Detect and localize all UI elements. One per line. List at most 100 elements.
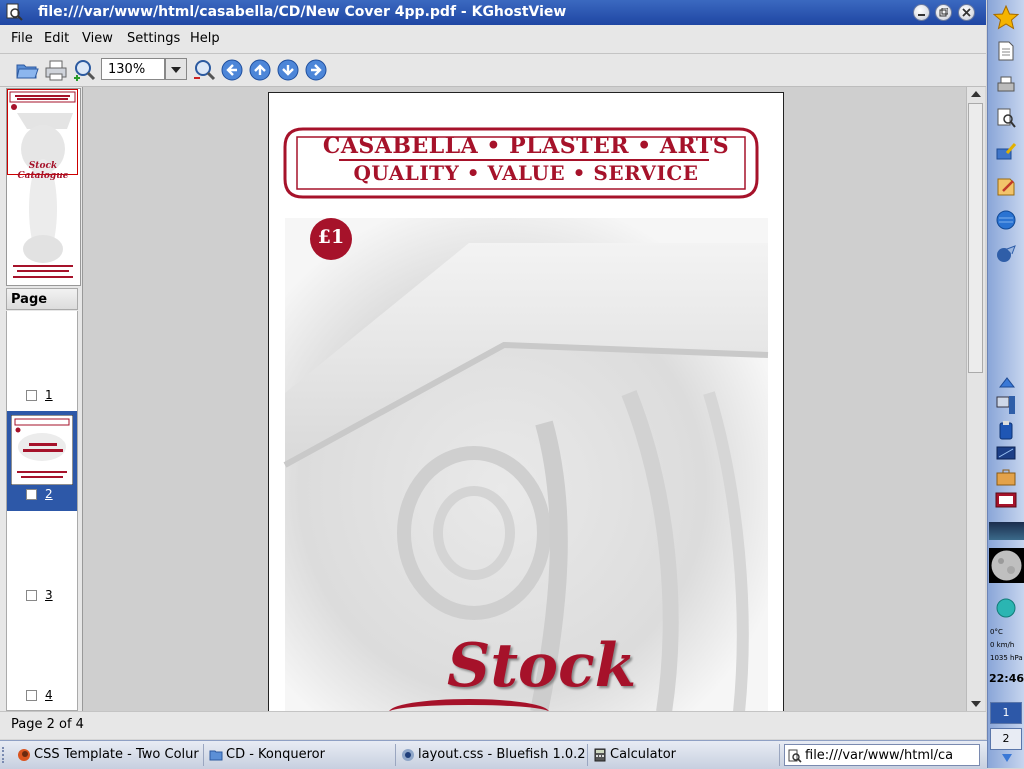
pdf-page: CASABELLA • PLASTER • ARTS QUALITY • VAL…: [268, 92, 784, 712]
task-label: CD - Konqueror: [226, 747, 325, 762]
page-checkbox[interactable]: [26, 489, 37, 500]
page-list-item[interactable]: 3: [7, 511, 77, 611]
minimize-icon: [918, 14, 925, 16]
status-bar: Page 2 of 4: [0, 711, 986, 739]
forward-icon[interactable]: [304, 58, 328, 82]
next-page-icon[interactable]: [276, 58, 300, 82]
page-number: 1: [45, 388, 53, 402]
zoom-in-icon[interactable]: [72, 58, 96, 82]
bluefish-icon: [402, 749, 414, 761]
open-folder-icon[interactable]: [15, 58, 39, 82]
page-checkbox[interactable]: [26, 390, 37, 401]
keyboard-layout-icon[interactable]: [995, 489, 1017, 511]
klipper-icon[interactable]: [995, 419, 1017, 441]
restore-icon: [939, 8, 948, 17]
task-label: Calculator: [610, 747, 677, 762]
firefox-icon: [18, 749, 30, 761]
taskbar-item-bluefish[interactable]: layout.css - Bluefish 1.0.2: [398, 744, 588, 766]
banner-line1: CASABELLA • PLASTER • ARTS: [322, 133, 730, 159]
find-icon[interactable]: [995, 107, 1017, 129]
network-icon[interactable]: [995, 394, 1017, 416]
menu-help[interactable]: Help: [190, 31, 220, 46]
menu-file[interactable]: File: [11, 31, 33, 46]
window-title: file:///var/www/html/casabella/CD/New Co…: [38, 4, 567, 20]
page-list-item[interactable]: 1: [7, 311, 77, 411]
kghostview-icon: [788, 749, 802, 763]
taskbar-handle[interactable]: [2, 747, 10, 763]
folder-icon: [209, 750, 223, 761]
kmail-icon[interactable]: [995, 243, 1017, 265]
page-thumbnail: [11, 415, 73, 485]
page-checkbox[interactable]: [26, 690, 37, 701]
konqueror-globe-icon[interactable]: [995, 209, 1017, 231]
document-view[interactable]: CASABELLA • PLASTER • ARTS QUALITY • VAL…: [83, 87, 966, 712]
taskbar-item-konqueror[interactable]: CD - Konqueror: [206, 744, 396, 766]
menu-settings[interactable]: Settings: [127, 31, 180, 46]
page-checkbox[interactable]: [26, 590, 37, 601]
page-artwork: [283, 127, 769, 712]
close-icon: [962, 8, 971, 17]
previous-page-icon[interactable]: [248, 58, 272, 82]
zoom-dropdown-button[interactable]: [165, 58, 187, 80]
menubar: File Edit View Settings Help: [0, 25, 986, 54]
zoom-level-input[interactable]: 130%: [101, 58, 165, 80]
task-label: layout.css - Bluefish 1.0.2: [418, 747, 586, 762]
page-list-item[interactable]: 4: [7, 611, 77, 710]
page-list-header[interactable]: Page: [6, 288, 78, 310]
weather-icon[interactable]: [995, 597, 1017, 619]
moon-phase-icon[interactable]: [989, 548, 1024, 583]
desktop-2-button[interactable]: 2: [990, 728, 1022, 750]
taskbar-item-calculator[interactable]: Calculator: [590, 744, 780, 766]
control-center-icon[interactable]: [995, 141, 1017, 163]
weather-temperature: 0°C: [990, 628, 1003, 636]
page-number: 3: [45, 588, 53, 602]
preview-title: Stock Catalogue: [17, 161, 69, 181]
maximize-button[interactable]: [935, 4, 952, 21]
kde-panel-right: 0°C 0 km/h 1035 hPa 22:46 1 2: [987, 0, 1024, 768]
desktop-1-button[interactable]: 1: [990, 702, 1022, 724]
vertical-scrollbar[interactable]: [966, 87, 985, 711]
close-button[interactable]: [958, 4, 975, 21]
page-preview[interactable]: Stock Catalogue: [6, 88, 81, 286]
document-icon[interactable]: [995, 40, 1017, 62]
minimize-button[interactable]: [913, 4, 930, 21]
scroll-up-icon[interactable]: [971, 90, 981, 98]
taskbar: CSS Template - Two Colur CD - Konqueror …: [0, 740, 987, 769]
toolbar: 130%: [0, 54, 986, 87]
briefcase-icon[interactable]: [995, 466, 1017, 488]
banner-line2: QUALITY • VALUE • SERVICE: [353, 161, 699, 185]
panel-scroll-down-icon[interactable]: [1001, 753, 1013, 763]
page-list-item-selected[interactable]: 2: [7, 411, 77, 511]
weather-pressure: 1035 hPa: [990, 654, 1023, 662]
weather-wind: 0 km/h: [990, 641, 1015, 649]
panel-collapse-arrow-icon[interactable]: [999, 376, 1015, 388]
kate-editor-icon[interactable]: [995, 175, 1017, 197]
page-number: 2: [45, 487, 53, 501]
taskbar-item-firefox[interactable]: CSS Template - Two Colur: [14, 744, 204, 766]
weather-map-thumbnail[interactable]: [989, 522, 1024, 540]
kghostview-app-icon[interactable]: [5, 3, 23, 21]
catalogue-title: Stock: [447, 631, 637, 701]
scroll-down-icon[interactable]: [971, 700, 981, 708]
scrollbar-thumb[interactable]: [968, 103, 983, 373]
menu-view[interactable]: View: [82, 31, 113, 46]
page-number: 4: [45, 688, 53, 702]
zoom-out-icon[interactable]: [192, 58, 216, 82]
calculator-icon: [594, 748, 606, 762]
task-label: CSS Template - Two Colur: [34, 747, 199, 762]
page-status-text: Page 2 of 4: [11, 717, 84, 732]
panel-clock[interactable]: 22:46: [989, 672, 1024, 685]
taskbar-item-kghostview[interactable]: file:///var/www/html/ca: [784, 744, 980, 766]
price-badge: £1: [317, 226, 345, 248]
page-list[interactable]: 1 2 3 4: [6, 311, 78, 711]
menu-edit[interactable]: Edit: [44, 31, 69, 46]
window-titlebar[interactable]: file:///var/www/html/casabella/CD/New Co…: [0, 0, 986, 25]
thumbnail-panel: Stock Catalogue Page 1 2 3 4: [0, 87, 83, 711]
chevron-down-icon: [171, 67, 181, 73]
display-icon[interactable]: [995, 443, 1017, 465]
back-icon[interactable]: [220, 58, 244, 82]
print-icon[interactable]: [44, 58, 68, 82]
kmenu-star-icon[interactable]: [993, 5, 1019, 31]
task-label: file:///var/www/html/ca: [805, 748, 954, 763]
print-manager-icon[interactable]: [995, 74, 1017, 96]
